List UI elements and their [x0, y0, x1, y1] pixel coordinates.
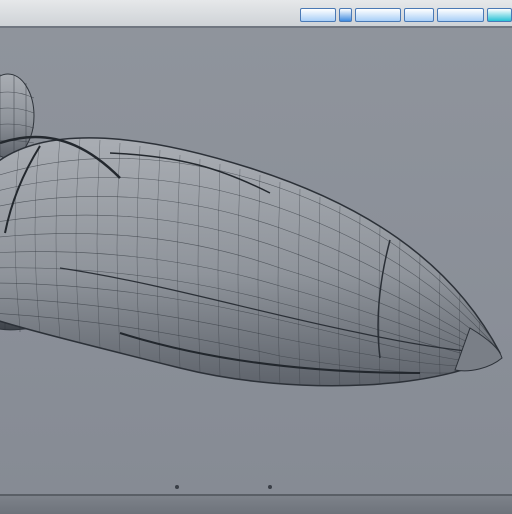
rocket-wireframe-model: [0, 73, 503, 387]
toolbar-button-3[interactable]: [355, 8, 401, 22]
toolbar-button-2[interactable]: [338, 8, 353, 22]
toolbar-button-1[interactable]: [300, 8, 336, 22]
toolbar: [300, 6, 512, 24]
3d-viewport[interactable]: [0, 28, 512, 496]
status-dot-1: [175, 485, 179, 489]
toolbar-button-6[interactable]: [487, 8, 512, 22]
status-bar: [0, 494, 512, 514]
app-window: [0, 0, 512, 514]
status-dot-2: [268, 485, 272, 489]
toolbar-button-5[interactable]: [437, 8, 485, 22]
toolbar-button-4[interactable]: [403, 8, 435, 22]
title-bar: [0, 0, 512, 28]
